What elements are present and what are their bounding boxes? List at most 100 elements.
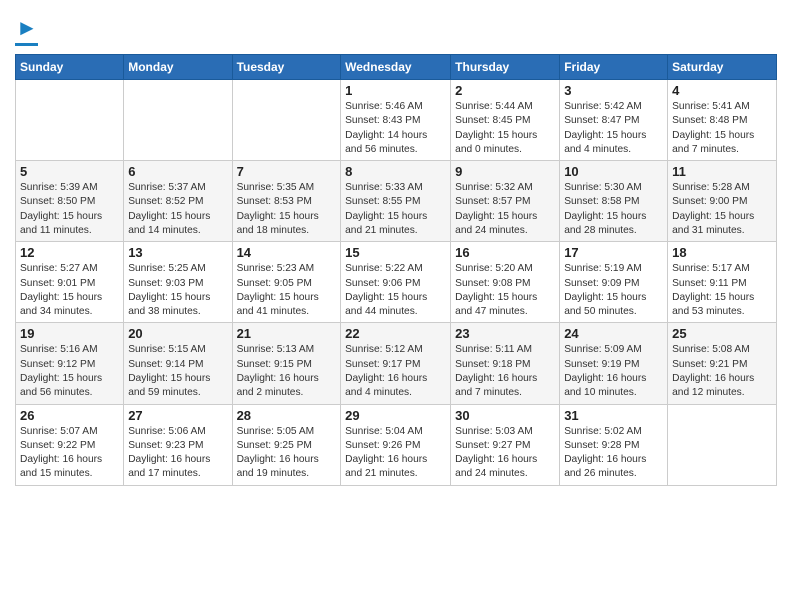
cell-info: Sunrise: 5:22 AMSunset: 9:06 PMDaylight:… [345, 262, 446, 319]
calendar-cell: 18 Sunrise: 5:17 AMSunset: 9:11 PMDayligh… [668, 242, 777, 323]
calendar-cell [16, 80, 124, 161]
cell-info: Sunrise: 5:06 AMSunset: 9:23 PMDaylight:… [128, 425, 227, 482]
cell-info: Sunrise: 5:04 AMSunset: 9:26 PMDaylight:… [345, 425, 446, 482]
cell-info: Sunrise: 5:16 AMSunset: 9:12 PMDaylight:… [20, 343, 119, 400]
calendar-cell: 14 Sunrise: 5:23 AMSunset: 9:05 PMDayligh… [232, 242, 341, 323]
cell-info: Sunrise: 5:13 AMSunset: 9:15 PMDaylight:… [237, 343, 337, 400]
calendar-cell: 1Sunrise: 5:46 AMSunset: 8:43 PMDaylight… [341, 80, 451, 161]
day-number: 24 [564, 326, 663, 341]
page: ► SundayMondayTuesdayWednesdayThursdayFr… [0, 0, 792, 496]
calendar: SundayMondayTuesdayWednesdayThursdayFrid… [15, 54, 777, 486]
day-number: 7 [237, 164, 337, 179]
day-number: 3 [564, 83, 663, 98]
day-of-week-header: Friday [560, 55, 668, 80]
cell-info: Sunrise: 5:17 AMSunset: 9:11 PMDaylight:… [672, 262, 772, 319]
day-of-week-header: Saturday [668, 55, 777, 80]
day-number: 2 [455, 83, 555, 98]
calendar-cell [124, 80, 232, 161]
header: ► [15, 10, 777, 46]
calendar-cell: 20Sunrise: 5:15 AMSunset: 9:14 PMDayligh… [124, 323, 232, 404]
day-number: 19 [20, 326, 119, 341]
calendar-cell: 16 Sunrise: 5:20 AMSunset: 9:08 PMDayligh… [451, 242, 560, 323]
day-number: 17 [564, 245, 663, 260]
calendar-week-row: 1Sunrise: 5:46 AMSunset: 8:43 PMDaylight… [16, 80, 777, 161]
day-of-week-header: Wednesday [341, 55, 451, 80]
calendar-cell: 31 Sunrise: 5:02 AMSunset: 9:28 PMDayligh… [560, 404, 668, 485]
cell-info: Sunrise: 5:37 AMSunset: 8:52 PMDaylight:… [128, 181, 227, 238]
day-number: 11 [672, 164, 772, 179]
cell-info: Sunrise: 5:08 AMSunset: 9:21 PMDaylight:… [672, 343, 772, 400]
day-number: 1 [345, 83, 446, 98]
cell-info: Sunrise: 5:39 AMSunset: 8:50 PMDaylight:… [20, 181, 119, 238]
cell-info: Sunrise: 5:30 AMSunset: 8:58 PMDaylight:… [564, 181, 663, 238]
cell-info: Sunrise: 5:19 AMSunset: 9:09 PMDaylight:… [564, 262, 663, 319]
calendar-cell: 23Sunrise: 5:11 AMSunset: 9:18 PMDayligh… [451, 323, 560, 404]
calendar-cell: 11 Sunrise: 5:28 AMSunset: 9:00 PMDayligh… [668, 161, 777, 242]
day-number: 4 [672, 83, 772, 98]
calendar-cell: 10 Sunrise: 5:30 AMSunset: 8:58 PMDayligh… [560, 161, 668, 242]
logo: ► [15, 10, 38, 46]
cell-info: Sunrise: 5:02 AMSunset: 9:28 PMDaylight:… [564, 425, 663, 482]
calendar-cell: 24Sunrise: 5:09 AMSunset: 9:19 PMDayligh… [560, 323, 668, 404]
day-number: 21 [237, 326, 337, 341]
calendar-cell: 12Sunrise: 5:27 AMSunset: 9:01 PMDayligh… [16, 242, 124, 323]
cell-info: Sunrise: 5:03 AMSunset: 9:27 PMDaylight:… [455, 425, 555, 482]
cell-info: Sunrise: 5:35 AMSunset: 8:53 PMDaylight:… [237, 181, 337, 238]
calendar-cell: 30 Sunrise: 5:03 AMSunset: 9:27 PMDayligh… [451, 404, 560, 485]
calendar-cell: 29 Sunrise: 5:04 AMSunset: 9:26 PMDayligh… [341, 404, 451, 485]
day-number: 25 [672, 326, 772, 341]
day-number: 31 [564, 408, 663, 423]
calendar-cell [668, 404, 777, 485]
calendar-cell [232, 80, 341, 161]
day-number: 26 [20, 408, 119, 423]
day-of-week-header: Tuesday [232, 55, 341, 80]
calendar-week-row: 5 Sunrise: 5:39 AMSunset: 8:50 PMDaylight… [16, 161, 777, 242]
calendar-week-row: 19 Sunrise: 5:16 AMSunset: 9:12 PMDayligh… [16, 323, 777, 404]
day-number: 16 [455, 245, 555, 260]
cell-info: Sunrise: 5:23 AMSunset: 9:05 PMDaylight:… [237, 262, 337, 319]
cell-info: Sunrise: 5:44 AMSunset: 8:45 PMDaylight:… [455, 100, 555, 157]
calendar-cell: 8Sunrise: 5:33 AMSunset: 8:55 PMDaylight… [341, 161, 451, 242]
day-number: 6 [128, 164, 227, 179]
logo-arrow-icon: ► [16, 15, 38, 41]
cell-info: Sunrise: 5:05 AMSunset: 9:25 PMDaylight:… [237, 425, 337, 482]
day-number: 15 [345, 245, 446, 260]
cell-info: Sunrise: 5:11 AMSunset: 9:18 PMDaylight:… [455, 343, 555, 400]
day-of-week-header: Thursday [451, 55, 560, 80]
calendar-cell: 9 Sunrise: 5:32 AMSunset: 8:57 PMDaylight… [451, 161, 560, 242]
day-number: 30 [455, 408, 555, 423]
calendar-cell: 26Sunrise: 5:07 AMSunset: 9:22 PMDayligh… [16, 404, 124, 485]
day-number: 27 [128, 408, 227, 423]
calendar-cell: 19 Sunrise: 5:16 AMSunset: 9:12 PMDayligh… [16, 323, 124, 404]
logo-underline [15, 43, 38, 46]
calendar-cell: 13Sunrise: 5:25 AMSunset: 9:03 PMDayligh… [124, 242, 232, 323]
day-number: 14 [237, 245, 337, 260]
day-number: 29 [345, 408, 446, 423]
day-number: 20 [128, 326, 227, 341]
calendar-header-row: SundayMondayTuesdayWednesdayThursdayFrid… [16, 55, 777, 80]
cell-info: Sunrise: 5:32 AMSunset: 8:57 PMDaylight:… [455, 181, 555, 238]
day-number: 18 [672, 245, 772, 260]
calendar-cell: 25 Sunrise: 5:08 AMSunset: 9:21 PMDayligh… [668, 323, 777, 404]
cell-info: Sunrise: 5:28 AMSunset: 9:00 PMDaylight:… [672, 181, 772, 238]
calendar-cell: 5 Sunrise: 5:39 AMSunset: 8:50 PMDaylight… [16, 161, 124, 242]
day-number: 5 [20, 164, 119, 179]
cell-info: Sunrise: 5:41 AMSunset: 8:48 PMDaylight:… [672, 100, 772, 157]
calendar-cell: 6 Sunrise: 5:37 AMSunset: 8:52 PMDaylight… [124, 161, 232, 242]
cell-info: Sunrise: 5:20 AMSunset: 9:08 PMDaylight:… [455, 262, 555, 319]
day-of-week-header: Sunday [16, 55, 124, 80]
calendar-week-row: 26Sunrise: 5:07 AMSunset: 9:22 PMDayligh… [16, 404, 777, 485]
calendar-cell: 17 Sunrise: 5:19 AMSunset: 9:09 PMDayligh… [560, 242, 668, 323]
day-number: 28 [237, 408, 337, 423]
calendar-cell: 21 Sunrise: 5:13 AMSunset: 9:15 PMDayligh… [232, 323, 341, 404]
calendar-cell: 22Sunrise: 5:12 AMSunset: 9:17 PMDayligh… [341, 323, 451, 404]
calendar-cell: 2 Sunrise: 5:44 AMSunset: 8:45 PMDaylight… [451, 80, 560, 161]
cell-info: Sunrise: 5:42 AMSunset: 8:47 PMDaylight:… [564, 100, 663, 157]
day-number: 8 [345, 164, 446, 179]
day-number: 10 [564, 164, 663, 179]
calendar-cell: 7 Sunrise: 5:35 AMSunset: 8:53 PMDaylight… [232, 161, 341, 242]
calendar-cell: 27 Sunrise: 5:06 AMSunset: 9:23 PMDayligh… [124, 404, 232, 485]
cell-info: Sunrise: 5:12 AMSunset: 9:17 PMDaylight:… [345, 343, 446, 400]
day-number: 9 [455, 164, 555, 179]
calendar-week-row: 12Sunrise: 5:27 AMSunset: 9:01 PMDayligh… [16, 242, 777, 323]
